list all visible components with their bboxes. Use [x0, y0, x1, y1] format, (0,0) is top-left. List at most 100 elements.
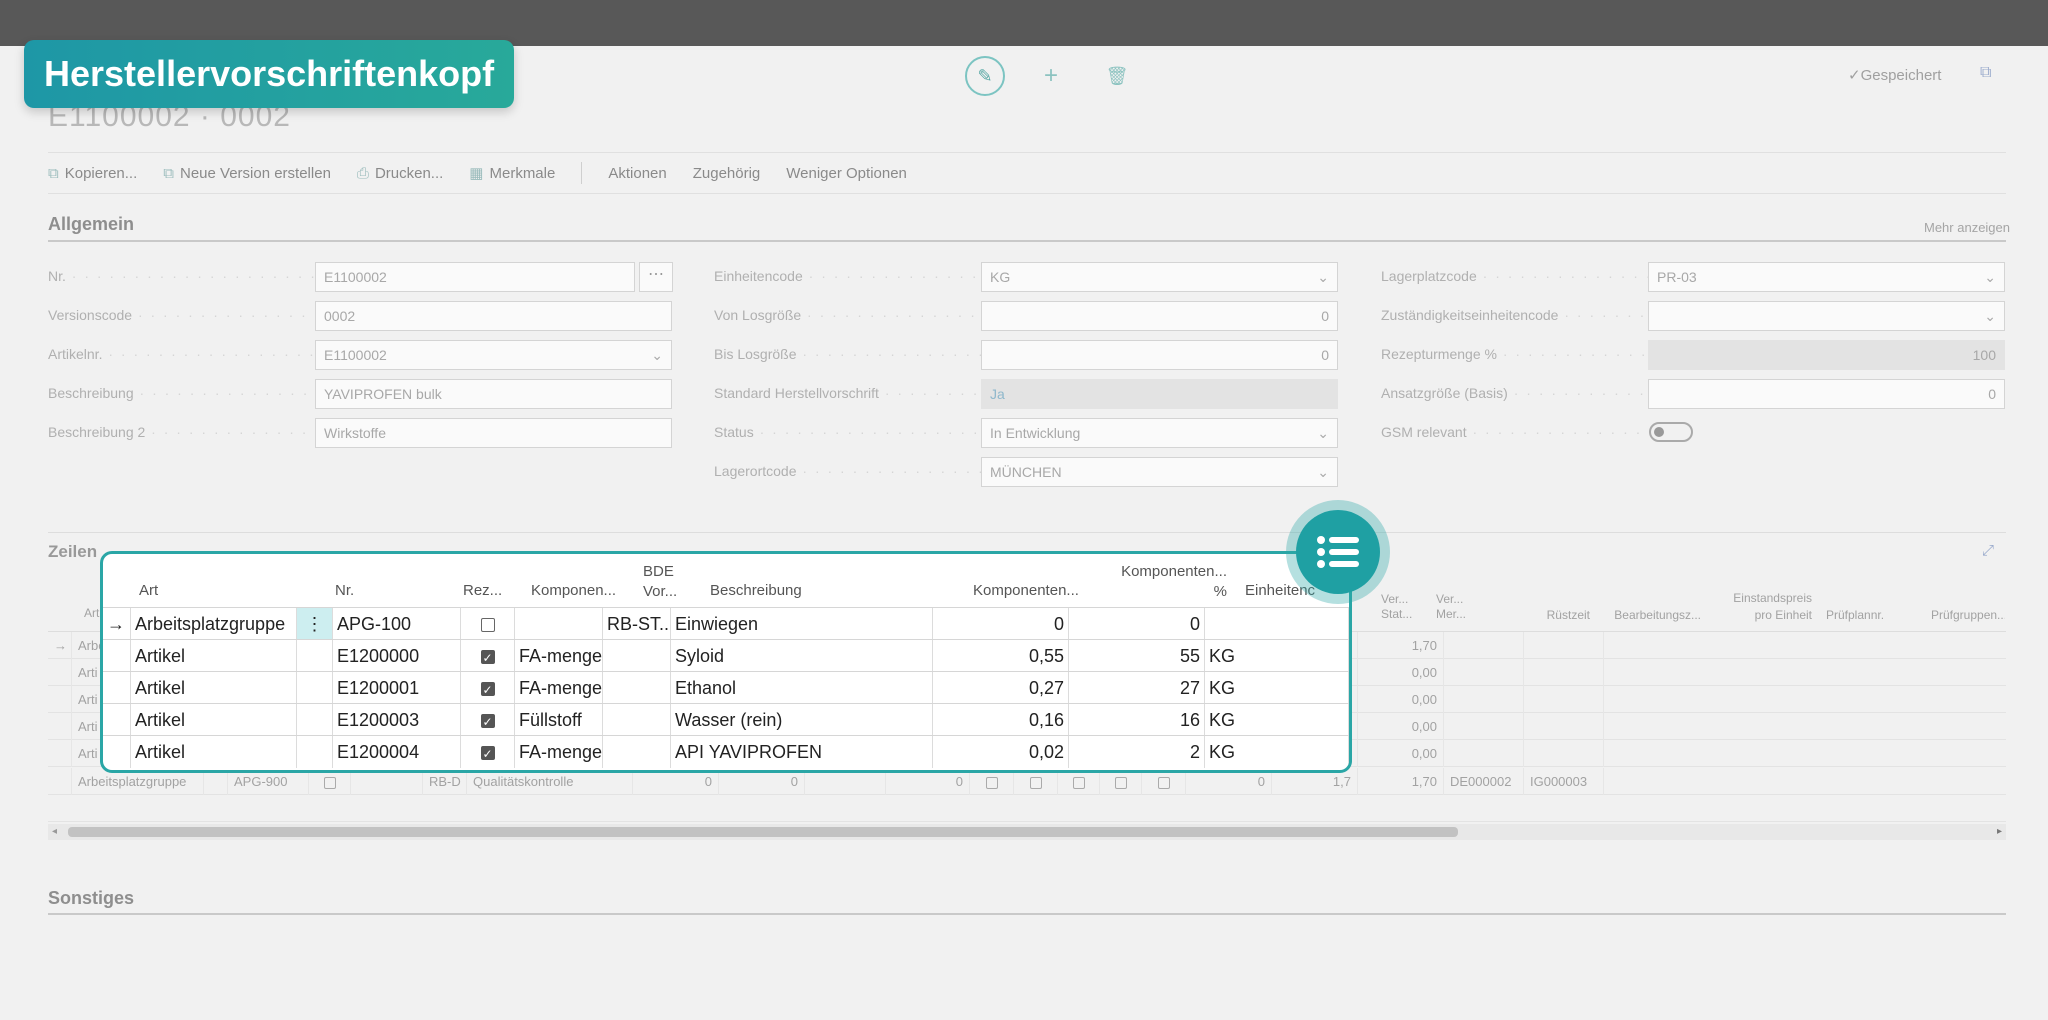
cell-komponenten-prozent[interactable]: 2 [1069, 736, 1205, 768]
cell-beschreibung[interactable]: Ethanol [671, 672, 933, 704]
cell-art[interactable]: Artikel [131, 672, 297, 704]
section-other-title[interactable]: Sonstiges [48, 888, 134, 909]
features-button[interactable]: ▦ Merkmale [469, 164, 555, 182]
cell-pruefgruppen[interactable]: IG000003 [1524, 768, 1604, 795]
bis-losgroesse-input[interactable]: 0 [981, 340, 1338, 370]
status-select[interactable]: In Entwicklung ⌄ [981, 418, 1338, 448]
cell-komponenten-prozent[interactable]: 55 [1069, 640, 1205, 672]
print-button[interactable]: ⎙ Drucken... [357, 165, 443, 182]
cell-nr[interactable]: APG-100 [333, 608, 461, 640]
checkbox[interactable] [985, 776, 998, 789]
cell-pruefplannr[interactable] [1444, 686, 1524, 713]
cell-pruefplannr[interactable] [1444, 713, 1524, 740]
new-version-button[interactable]: ⧉ Neue Version erstellen [163, 165, 331, 182]
table-row[interactable]: Artikel E1200000 FA-mengen... Syloid0,5555K… [103, 639, 1349, 672]
table-row-empty[interactable] [48, 795, 2006, 822]
cell-einstandspreis[interactable]: 0,00 [1358, 713, 1444, 740]
col-header-ver-mer[interactable]: Ver... Mer... [1430, 592, 1484, 628]
cell-komponente[interactable] [515, 608, 603, 640]
table-row[interactable]: Artikel E1200003 Füllstoff Wasser (rein)0,1… [103, 703, 1349, 736]
nr-input[interactable]: E1100002 [315, 262, 635, 292]
cell-pruefplannr[interactable]: DE000002 [1444, 768, 1524, 795]
open-new-window-icon[interactable]: ⧉ [1980, 64, 1991, 82]
row-indicator[interactable] [48, 713, 72, 740]
cell-einstandspreis[interactable]: 0,00 [1358, 659, 1444, 686]
cell-nr[interactable]: E1200000 [333, 640, 461, 672]
cell-rez[interactable] [461, 736, 515, 768]
cell-komponente[interactable]: FA-mengen... [515, 736, 603, 768]
cell-einheitencode[interactable]: KG [1205, 736, 1349, 768]
section-general-title[interactable]: Allgemein [48, 214, 134, 235]
checkbox[interactable] [1114, 776, 1127, 789]
cell-art[interactable]: Artikel [131, 640, 297, 672]
checkbox[interactable] [480, 738, 495, 768]
zustaendigkeit-select[interactable]: ⌄ [1648, 301, 2005, 331]
row-menu-button[interactable] [297, 672, 333, 704]
row-menu-button[interactable] [297, 736, 333, 768]
gsm-relevant-toggle[interactable] [1649, 422, 1693, 442]
edit-button[interactable]: ✎ [965, 56, 1005, 96]
scroll-right-icon[interactable]: ▸ [1997, 824, 2002, 840]
lookup-button[interactable]: ⋯ [639, 262, 673, 292]
checkbox[interactable] [480, 674, 495, 704]
version-input[interactable]: 0002 [315, 301, 672, 331]
cell-beschreibung[interactable]: API YAVIPROFEN [671, 736, 933, 768]
cell-einstandspreis[interactable]: 1,70 [1358, 768, 1444, 795]
cell-einstandspreis[interactable]: 0,00 [1358, 740, 1444, 767]
cell-bde[interactable] [603, 704, 671, 736]
row-indicator[interactable] [48, 659, 72, 686]
cell-pruefplannr[interactable] [1444, 632, 1524, 659]
cell-einheitencode[interactable]: KG [1205, 640, 1349, 672]
cell-rez[interactable] [461, 704, 515, 736]
beschreibung-input[interactable]: YAVIPROFEN bulk [315, 379, 672, 409]
cell-nr[interactable]: E1200003 [333, 704, 461, 736]
cell-einstandspreis[interactable]: 0,00 [1358, 686, 1444, 713]
lines-section-title[interactable]: Zeilen [48, 542, 97, 562]
ansatzgroesse-input[interactable]: 0 [1648, 379, 2005, 409]
cell-komponentenmenge[interactable]: 0,16 [933, 704, 1069, 736]
row-indicator[interactable]: → [48, 632, 72, 659]
scroll-left-icon[interactable]: ◂ [52, 824, 57, 840]
cell-pruefgruppen[interactable] [1524, 686, 1604, 713]
cell-beschreibung[interactable]: Einwiegen [671, 608, 933, 640]
lagerplatzcode-select[interactable]: PR-03 ⌄ [1648, 262, 2005, 292]
cell-beschreibung[interactable]: Wasser (rein) [671, 704, 933, 736]
cell-komponente[interactable]: FA-mengen... [515, 672, 603, 704]
checkbox[interactable] [1157, 776, 1170, 789]
cell-pruefplannr[interactable] [1444, 659, 1524, 686]
cell-einheitencode[interactable] [1205, 608, 1349, 640]
cell-pruefgruppen[interactable] [1524, 740, 1604, 767]
table-row[interactable]: Artikel E1200004 FA-mengen... API YAVIPROFE… [103, 735, 1349, 768]
col-header-einstandspreis[interactable]: Einstandspreis pro Einheit [1708, 590, 1818, 628]
horizontal-scrollbar[interactable]: ◂ ▸ [48, 824, 2006, 840]
fewer-options-button[interactable]: Weniger Optionen [786, 165, 907, 182]
cell-komponenten-prozent[interactable]: 16 [1069, 704, 1205, 736]
cell-pruefplannr[interactable] [1444, 740, 1524, 767]
cell-komponente[interactable]: FA-mengen... [515, 640, 603, 672]
lagerortcode-select[interactable]: MÜNCHEN ⌄ [981, 457, 1338, 487]
cell-art[interactable]: Artikel [131, 704, 297, 736]
cell-beschreibung[interactable]: Syloid [671, 640, 933, 672]
cell-komponente[interactable]: Füllstoff [515, 704, 603, 736]
table-row[interactable]: Artikel E1200001 FA-mengen... Ethanol0,2727… [103, 671, 1349, 704]
cell-rez[interactable] [461, 640, 515, 672]
artikelnr-select[interactable]: E1100002 ⌄ [315, 340, 672, 370]
checkbox[interactable] [1072, 776, 1085, 789]
cell-art[interactable]: Arbeitsplatzgruppe [131, 608, 297, 640]
cell-einstandspreis[interactable]: 1,70 [1358, 632, 1444, 659]
related-menu[interactable]: Zugehörig [693, 165, 761, 182]
row-indicator[interactable] [48, 686, 72, 713]
col-header-pruefgruppen[interactable]: Prüfgruppen... [1925, 602, 2005, 626]
cell-pruefgruppen[interactable] [1524, 659, 1604, 686]
row-menu-button[interactable] [297, 704, 333, 736]
cell-bde[interactable] [603, 736, 671, 768]
checkbox[interactable] [323, 776, 336, 789]
cell-komponenten-prozent[interactable]: 27 [1069, 672, 1205, 704]
cell-nr[interactable]: E1200001 [333, 672, 461, 704]
cell-bde[interactable]: RB-ST... [603, 608, 671, 640]
col-header-ruestzeit[interactable]: Rüstzeit [1486, 602, 1596, 626]
von-losgroesse-input[interactable]: 0 [981, 301, 1338, 331]
col-header-bearbeitungszeit[interactable]: Bearbeitungsz... [1597, 602, 1707, 626]
row-indicator[interactable] [48, 740, 72, 767]
scrollbar-thumb[interactable] [68, 827, 1458, 837]
